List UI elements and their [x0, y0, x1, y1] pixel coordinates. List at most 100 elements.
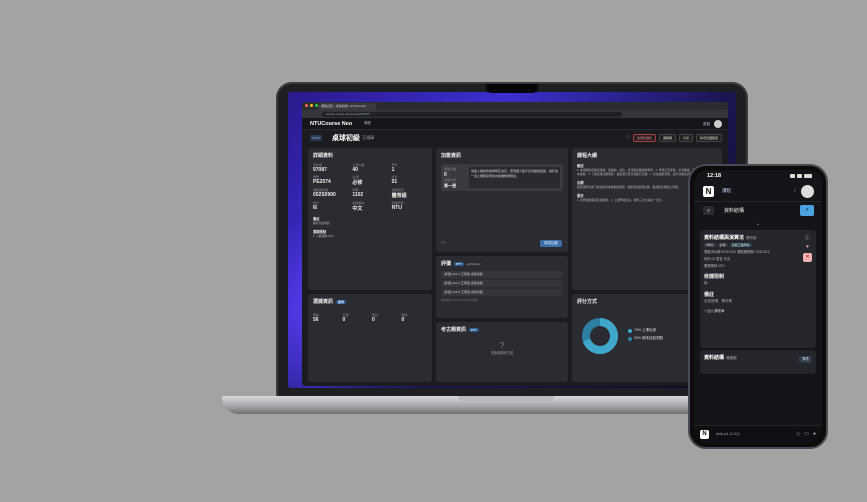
- result-code: 課程識別碼 CSIE1212: [737, 250, 770, 254]
- signup-count-label: 加簽人數: [444, 167, 457, 171]
- review-list: [評價] 110-1 王翊璋 桌球初級 [評價] 110-2 王翊璋 桌球初級 [評…: [436, 271, 568, 296]
- phone-bottom-bar: N beta (v1.12.12) ◇ ▭ ●: [694, 425, 822, 443]
- signal-icon: [790, 174, 795, 178]
- heart-icon[interactable]: ♥: [806, 244, 809, 250]
- grading-legend: 70% 上課出席 30% 期末技能測驗: [628, 328, 663, 344]
- info-icon[interactable]: ⓘ: [805, 234, 810, 241]
- bottom-logo-icon[interactable]: N: [700, 430, 709, 439]
- notes-value: 全英授課，需作業: [704, 299, 732, 303]
- laptop-screen: 課程資訊 - 桌球初級 | NTUCourse course.myntu.me/…: [288, 92, 736, 388]
- detail-card: 詳細資料 流水號 97087 上課人數 40 學分 1 課號 PE2074 必/選 必修 班次 01 課…: [308, 148, 432, 290]
- syllabus-card-title: 課程大綱: [577, 153, 598, 159]
- result-tag: 3學分: [704, 243, 716, 247]
- nav-courses[interactable]: 課程: [364, 121, 371, 126]
- chat-icon[interactable]: ▭: [804, 431, 809, 437]
- app-header: NTUCourse Neo 課程 首頁: [302, 118, 728, 130]
- result-meta-3: 開課學校 NTU: [704, 264, 725, 268]
- limit-label: 選課限制: [313, 229, 327, 234]
- result-meta-1: 課程流水號 90210702 課程識別碼 CSIE1212: [700, 248, 816, 255]
- window-controls: [305, 104, 318, 107]
- notes-title: 備註: [704, 292, 715, 298]
- second-teacher: 陳建錦: [726, 356, 737, 360]
- detail-field-value: 01: [391, 179, 398, 185]
- theme-moon-icon[interactable]: ☾: [794, 188, 798, 194]
- chevron-down-icon[interactable]: ⌄: [694, 220, 822, 228]
- detail-field: 課程識別碼 002S0900: [313, 188, 348, 199]
- phone-second-card[interactable]: 資料結構 陳建錦 課表: [700, 350, 816, 374]
- limit-value: 無: [704, 281, 708, 285]
- detail-field: 學期 1102: [352, 188, 387, 199]
- phone-search-button[interactable]: ⌕: [800, 205, 814, 216]
- avatar[interactable]: [714, 120, 722, 128]
- question-icon: ?: [499, 341, 505, 350]
- phone-nav-courses[interactable]: 課程: [722, 188, 731, 194]
- browser-tabbar: 課程資訊 - 桌球初級 | NTUCourse: [302, 102, 728, 110]
- review-item[interactable]: [評價] 110-1 王翊璋 桌球初級: [441, 271, 563, 278]
- legend-swatch: [628, 336, 632, 341]
- wifi-icon: [797, 174, 802, 178]
- share-button[interactable]: 分享: [678, 134, 693, 142]
- home-link[interactable]: 首頁: [703, 122, 710, 127]
- legend-swatch: [628, 328, 632, 333]
- exam-empty-text: 查無相關考古題: [490, 351, 514, 355]
- result-serial: 課程流水號 90210702: [704, 250, 737, 254]
- phone-search-input[interactable]: 資料結構: [724, 207, 744, 214]
- github-icon[interactable]: ●: [813, 431, 816, 437]
- add-to-schedule-button[interactable]: 加選到課表: [632, 134, 656, 142]
- detail-field: 節次 I6: [313, 201, 348, 212]
- detail-field-value: 40: [352, 167, 358, 173]
- detail-field-value: NTU: [391, 205, 402, 211]
- second-title-text: 資料結構: [704, 355, 725, 361]
- browser-tab[interactable]: 課程資訊 - 桌球初級 | NTUCourse: [318, 103, 376, 110]
- favorite-heart-icon[interactable]: ♡: [625, 135, 629, 141]
- enroll-stat-value: 0: [372, 317, 375, 323]
- result-tag: 必修: [717, 243, 728, 247]
- app-logo-icon[interactable]: N: [703, 186, 714, 197]
- signup-card-title: 加簽資訊: [441, 153, 462, 159]
- signup-method-label: 加簽方式: [444, 178, 457, 182]
- url-input[interactable]: course.myntu.me/courses/97087: [322, 111, 622, 117]
- detail-field: 上課人數 40: [352, 163, 387, 173]
- detail-field-value: 1102: [352, 192, 364, 198]
- add-to-list-link[interactable]: + 加入課程單: [700, 305, 816, 319]
- close-dot[interactable]: [305, 104, 308, 107]
- course-website-button[interactable]: 課程網: [658, 134, 676, 142]
- detail-field-value: 1: [391, 167, 395, 173]
- phone-app-header: N 課程 ☾: [694, 182, 822, 202]
- phone-result-card[interactable]: 資料結構與演算法 蔡欣穆 3學分 必修 資訊工程學系 課程流水號 90210702 課…: [700, 230, 816, 348]
- review-item[interactable]: [評價] 110-2 王翊璋 桌球初級: [441, 280, 563, 287]
- enroll-stat: 剩餘 0: [402, 313, 428, 323]
- url-bar-row: course.myntu.me/courses/97087: [302, 110, 728, 118]
- signup-note-box: 加簽人數 0 加簽方式 第一週 加簽人數將依教師規定決定，若選課人數不足會開放加…: [441, 164, 563, 191]
- status-time: 12:18: [707, 173, 722, 179]
- status-icons: [790, 174, 812, 178]
- minimize-dot[interactable]: [310, 104, 313, 107]
- pager-arrows-icon[interactable]: ‹ ›: [441, 240, 446, 246]
- phone-avatar[interactable]: [801, 185, 814, 198]
- detail-field-value: PE2074: [313, 179, 331, 185]
- fill-signup-button[interactable]: 填寫加簽: [540, 240, 562, 247]
- course-header: 97087 桌球初級 王翊璋 ♡ 加選到課表 課程網 分享 新增至課程單: [302, 130, 728, 146]
- review-item[interactable]: [評價] 109-2 王翊璋 桌球初級: [441, 289, 563, 296]
- diamond-icon[interactable]: ◇: [796, 431, 800, 437]
- enroll-card-title: 選課資訊 即時: [308, 294, 432, 307]
- app-logo[interactable]: NTUCourse Neo: [310, 121, 352, 127]
- signup-count-value: 0: [444, 171, 447, 178]
- remove-icon[interactable]: ✕: [803, 253, 812, 262]
- limit-value: 1. 人數限制 40人: [313, 233, 334, 238]
- add-to-list-button[interactable]: 新增至課程單: [695, 134, 722, 142]
- detail-field-value: 002S0900: [313, 192, 336, 198]
- enroll-stats: 剩餘 56 已選 0 登記 0 剩餘 0: [308, 311, 432, 325]
- enroll-stat-value: 0: [342, 317, 346, 323]
- exam-title-text: 考古題資訊: [441, 327, 467, 333]
- result-tag: 資訊工程學系: [729, 243, 752, 247]
- detail-field: 開課學校 NTU: [392, 201, 427, 212]
- exam-ptt-badge: PTT: [469, 328, 479, 332]
- result-title: 資料結構與演算法 蔡欣穆: [700, 230, 816, 242]
- detail-field-value: 體育組: [391, 193, 407, 199]
- filter-icon[interactable]: ⚲: [703, 206, 714, 215]
- signup-method-value: 第一週: [444, 182, 456, 188]
- legend-label: 70% 上課出席: [634, 328, 656, 332]
- schedule-button[interactable]: 課表: [799, 356, 812, 363]
- signup-card: 加簽資訊 加簽人數 0 加簽方式 第一週 加簽人數將依教師規定決定，若選課人數不…: [436, 148, 568, 252]
